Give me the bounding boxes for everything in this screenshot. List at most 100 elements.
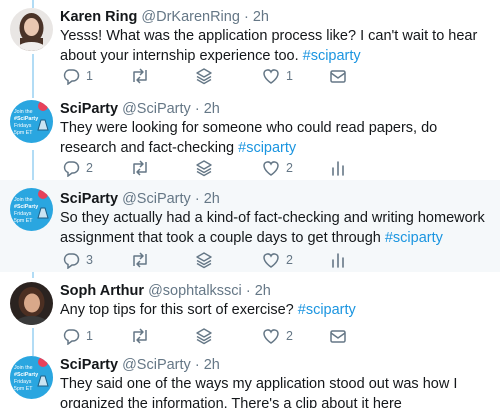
retweet-icon	[133, 68, 147, 84]
tweet-text: They said one of the ways my application…	[60, 375, 490, 408]
user-handle[interactable]: @DrKarenRing	[141, 9, 240, 25]
retweet-button[interactable]	[130, 158, 156, 178]
display-name[interactable]: Karen Ring	[60, 9, 137, 25]
retweet-icon	[133, 160, 147, 176]
reply-button[interactable]: 2	[62, 158, 93, 178]
svg-text:#SciParty: #SciParty	[14, 116, 38, 122]
avatar[interactable]	[10, 282, 53, 325]
retweet-icon	[133, 328, 147, 344]
display-name[interactable]: SciParty	[60, 191, 118, 207]
stack-button[interactable]	[195, 250, 213, 270]
stack-button[interactable]	[195, 158, 213, 178]
hashtag-link[interactable]: #sciparty	[385, 230, 443, 246]
tweet[interactable]: Join the #SciParty Fridays 5pm ET SciPar…	[0, 348, 500, 408]
svg-text:5pm ET: 5pm ET	[14, 218, 33, 224]
tweet-text: They were looking for someone who could …	[60, 119, 490, 158]
stack-icon	[196, 160, 212, 177]
tweet-actions: 1 1	[62, 66, 362, 86]
tweet-actions: 1 2	[62, 326, 362, 346]
avatar[interactable]: Join the #SciParty Fridays 5pm ET	[10, 188, 53, 231]
tweet-actions: 2 2	[62, 158, 362, 178]
stack-icon	[196, 68, 212, 85]
svg-text:Join the: Join the	[14, 109, 33, 115]
like-count: 2	[286, 253, 293, 267]
user-handle[interactable]: @SciParty	[122, 191, 191, 207]
separator-dot: ·	[243, 9, 249, 25]
timestamp[interactable]: 2h	[255, 283, 271, 299]
tweet-body: They said one of the ways my application…	[60, 376, 458, 408]
timestamp[interactable]: 2h	[253, 9, 269, 25]
retweet-button[interactable]	[130, 326, 156, 346]
user-handle[interactable]: @sophtalkssci	[148, 283, 242, 299]
user-handle[interactable]: @SciParty	[122, 357, 191, 373]
tweet-header: Soph Arthur @sophtalkssci · 2h	[60, 282, 271, 300]
svg-text:5pm ET: 5pm ET	[14, 386, 33, 392]
svg-text:Join the: Join the	[14, 365, 33, 371]
sciparty-logo-avatar: Join the #SciParty Fridays 5pm ET	[10, 356, 53, 399]
tweet[interactable]: Join the #SciParty Fridays 5pm ET SciPar…	[0, 180, 500, 272]
svg-text:#SciParty: #SciParty	[14, 372, 38, 378]
svg-text:#SciParty: #SciParty	[14, 204, 38, 210]
reply-icon	[63, 253, 80, 269]
reply-count: 3	[86, 253, 93, 267]
envelope-icon	[330, 70, 346, 83]
woman-portrait-avatar	[10, 8, 53, 51]
tweet-actions: 3 2	[62, 250, 362, 270]
heart-icon	[263, 69, 279, 84]
stack-icon	[196, 328, 212, 345]
tweet-header: Karen Ring @DrKarenRing · 2h	[60, 8, 269, 26]
avatar[interactable]: Join the #SciParty Fridays 5pm ET	[10, 100, 53, 143]
message-button[interactable]	[329, 66, 347, 86]
like-button[interactable]: 2	[262, 158, 293, 178]
reply-count: 1	[86, 329, 93, 343]
like-count: 2	[286, 329, 293, 343]
avatar[interactable]	[10, 8, 53, 51]
bar-chart-icon	[332, 161, 344, 176]
separator-dot: ·	[194, 191, 200, 207]
heart-icon	[263, 329, 279, 344]
hashtag-link[interactable]: #sciparty	[238, 140, 296, 156]
envelope-icon	[330, 330, 346, 343]
separator-dot: ·	[245, 283, 251, 299]
retweet-button[interactable]	[130, 250, 156, 270]
stats-button[interactable]	[329, 250, 347, 270]
timestamp[interactable]: 2h	[204, 101, 220, 117]
display-name[interactable]: SciParty	[60, 357, 118, 373]
tweet-text: Any top tips for this sort of exercise? …	[60, 301, 490, 321]
timestamp[interactable]: 2h	[204, 357, 220, 373]
hashtag-link[interactable]: #sciparty	[303, 48, 361, 64]
svg-text:Fridays: Fridays	[14, 379, 32, 385]
user-handle[interactable]: @SciParty	[122, 101, 191, 117]
message-button[interactable]	[329, 326, 347, 346]
tweet[interactable]: Karen Ring @DrKarenRing · 2h Yesss! What…	[0, 0, 500, 92]
tweet-header: SciParty @SciParty · 2h	[60, 356, 220, 374]
stack-button[interactable]	[195, 66, 213, 86]
tweet-text: Yesss! What was the application process …	[60, 27, 490, 66]
reply-button[interactable]: 1	[62, 326, 93, 346]
retweet-icon	[133, 252, 147, 268]
stack-button[interactable]	[195, 326, 213, 346]
sciparty-logo-avatar: Join the #SciParty Fridays 5pm ET	[10, 188, 53, 231]
like-button[interactable]: 2	[262, 250, 293, 270]
reply-icon	[63, 329, 80, 345]
like-button[interactable]: 1	[262, 66, 293, 86]
svg-text:Fridays: Fridays	[14, 123, 32, 129]
avatar[interactable]: Join the #SciParty Fridays 5pm ET	[10, 356, 53, 399]
tweet[interactable]: Soph Arthur @sophtalkssci · 2h Any top t…	[0, 272, 500, 348]
tweet[interactable]: Join the #SciParty Fridays 5pm ET SciPar…	[0, 92, 500, 180]
bar-chart-icon	[332, 253, 344, 268]
stats-button[interactable]	[329, 158, 347, 178]
hashtag-link[interactable]: #sciparty	[298, 302, 356, 318]
timestamp[interactable]: 2h	[204, 191, 220, 207]
tweet-header: SciParty @SciParty · 2h	[60, 190, 220, 208]
display-name[interactable]: SciParty	[60, 101, 118, 117]
tweet-header: SciParty @SciParty · 2h	[60, 100, 220, 118]
heart-icon	[263, 253, 279, 268]
reply-button[interactable]: 3	[62, 250, 93, 270]
retweet-button[interactable]	[130, 66, 156, 86]
svg-text:5pm ET: 5pm ET	[14, 130, 33, 136]
reply-button[interactable]: 1	[62, 66, 93, 86]
like-button[interactable]: 2	[262, 326, 293, 346]
tweet-text: So they actually had a kind-of fact-chec…	[60, 209, 490, 248]
display-name[interactable]: Soph Arthur	[60, 283, 144, 299]
